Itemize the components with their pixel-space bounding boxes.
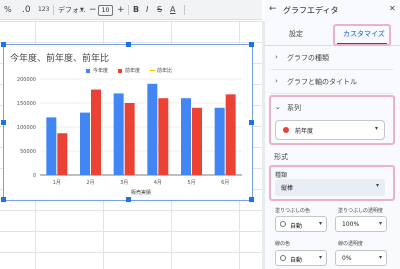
line-opacity-label: 線の透明度	[338, 241, 364, 247]
section-label: グラフの種類	[287, 54, 329, 62]
toolbar-divider	[128, 5, 129, 15]
y-tick-label: 200000	[17, 77, 36, 83]
resize-handle[interactable]	[249, 197, 254, 202]
embedded-chart[interactable]: 今年度、前年度、前年比 今年度 前年度 前年比 0 50000 100000 1500…	[1, 42, 254, 202]
fill-color-icon	[280, 221, 286, 227]
fill-color-value: 自動	[290, 223, 303, 230]
line-color-icon	[280, 255, 286, 261]
bar	[91, 89, 101, 175]
dropdown-arrow-icon: ▾	[378, 254, 382, 261]
chart-plot: 0 50000 100000 150000 200000 1月 2月 3月 4月 5月 6月販売実績	[17, 77, 242, 196]
series-select-value: 前年度	[295, 128, 314, 135]
bar	[80, 112, 90, 175]
x-axis-label: 販売実績	[131, 189, 151, 196]
font-size-input[interactable]: 10	[98, 5, 113, 16]
resize-handle[interactable]	[249, 42, 254, 47]
bold-button[interactable]: B	[133, 0, 139, 20]
line-opacity-select[interactable]: 0% ▾	[335, 250, 387, 266]
fill-color-select[interactable]: 自動 ▾	[275, 216, 327, 232]
bar	[57, 133, 68, 175]
panel-title: グラフエディタ	[283, 6, 339, 15]
decimal-icon[interactable]: .0	[22, 0, 31, 20]
fill-opacity-label: 塗りつぶしの透明度	[338, 208, 384, 214]
series-color-dot	[283, 127, 289, 133]
toolbar-divider	[53, 5, 54, 15]
bar	[46, 117, 57, 175]
toolbar: % .0 123 デフォ... ▼ − 10 + B I S A	[0, 0, 262, 20]
bar	[192, 107, 202, 175]
x-tick-label: 6月	[221, 180, 229, 186]
bar	[158, 98, 169, 175]
italic-button[interactable]: I	[146, 0, 148, 20]
bar	[214, 107, 225, 175]
chevron-down-icon[interactable]: ▼	[80, 0, 84, 20]
highlight-box	[333, 24, 391, 46]
resize-handle[interactable]	[1, 42, 6, 47]
highlight-box	[269, 165, 395, 201]
section-label: グラフと軸のタイトル	[287, 78, 357, 86]
chart-editor-panel: ← グラフエディタ ✕ 設定 カスタマイズ › グラフの種類 › グラフと軸のタ…	[265, 0, 400, 269]
section-titles[interactable]: › グラフと軸のタイトル	[271, 70, 393, 94]
bar	[124, 103, 135, 175]
y-tick-label: 100000	[17, 125, 36, 131]
dropdown-arrow-icon: ▾	[318, 254, 322, 261]
arrow-back-icon[interactable]: ←	[269, 4, 277, 14]
fill-opacity-select[interactable]: 100% ▾	[335, 216, 387, 232]
chevron-right-icon: ›	[275, 77, 278, 85]
fill-opacity-value: 100%	[342, 221, 360, 228]
dropdown-arrow-icon: ▾	[374, 125, 378, 132]
line-color-label: 線の色	[275, 241, 291, 247]
y-tick-label: 0	[33, 173, 36, 179]
x-tick-label: 3月	[120, 180, 128, 186]
increase-font-button[interactable]: +	[117, 0, 125, 20]
x-tick-label: 5月	[187, 180, 195, 186]
y-tick-label: 150000	[17, 101, 36, 107]
fill-color-label: 塗りつぶしの色	[275, 208, 311, 214]
series-select[interactable]: 前年度 ▾	[275, 120, 385, 140]
x-tick-label: 4月	[154, 180, 162, 186]
close-icon[interactable]: ✕	[389, 4, 396, 13]
decrease-font-button[interactable]: −	[89, 0, 97, 20]
resize-handle[interactable]	[249, 120, 254, 125]
line-color-select[interactable]: 自動 ▾	[275, 250, 327, 266]
resize-handle[interactable]	[126, 197, 131, 202]
format-heading: 形式	[274, 153, 288, 161]
resize-handle[interactable]	[1, 197, 6, 202]
resize-handle[interactable]	[1, 120, 6, 125]
resize-handle[interactable]	[126, 42, 131, 47]
currency-icon[interactable]: %	[4, 0, 12, 20]
dropdown-arrow-icon: ▾	[378, 220, 382, 227]
bar	[181, 98, 191, 175]
format-number-button[interactable]: 123	[38, 0, 49, 20]
panel-header: ← グラフエディタ ✕	[265, 0, 400, 22]
section-chart-style[interactable]: › グラフの種類	[271, 46, 393, 70]
text-color-button[interactable]: A	[170, 0, 175, 20]
x-tick-label: 1月	[53, 180, 61, 186]
bar	[113, 93, 124, 175]
line-opacity-value: 0%	[342, 255, 352, 262]
dropdown-arrow-icon: ▾	[318, 220, 322, 227]
bar	[147, 83, 158, 175]
x-tick-label: 2月	[86, 180, 94, 186]
strikethrough-button[interactable]: S	[157, 0, 162, 20]
toolbar-divider	[184, 5, 185, 15]
tab-setup[interactable]: 設定	[289, 29, 303, 39]
bar	[225, 94, 236, 175]
y-tick-label: 50000	[20, 149, 36, 155]
line-color-value: 自動	[290, 257, 303, 264]
chevron-right-icon: ›	[275, 53, 278, 61]
